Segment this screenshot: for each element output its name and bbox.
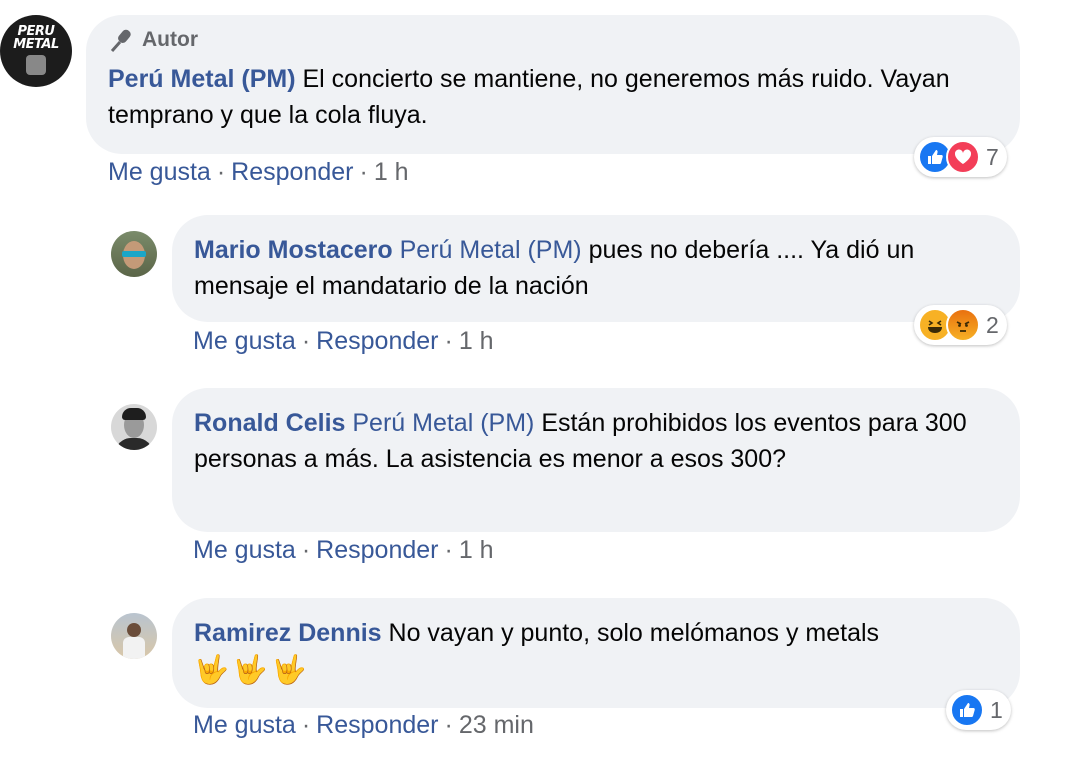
reply-button[interactable]: Responder — [231, 158, 353, 186]
avatar-ramirez-dennis[interactable] — [111, 613, 157, 659]
comment-time[interactable]: 1 h — [459, 327, 494, 355]
reaction-summary[interactable]: 1 — [946, 690, 1011, 730]
comment-actions: Me gusta · Responder · 1 h — [193, 327, 494, 355]
reply-button[interactable]: Responder — [316, 327, 438, 355]
like-button[interactable]: Me gusta — [193, 327, 296, 355]
comment-author[interactable]: Ronald Celis — [194, 409, 345, 437]
rock-hand-emojis: 🤟🤟🤟 — [194, 654, 311, 685]
sunglasses-shape — [122, 251, 146, 257]
person-shape — [127, 623, 141, 637]
person-shape — [123, 637, 145, 659]
angry-icon — [946, 308, 980, 342]
like-icon — [950, 693, 984, 727]
reaction-count: 1 — [990, 696, 1003, 723]
hair-shape — [122, 408, 146, 420]
comment-bubble: Ronald Celis Perú Metal (PM) Están prohi… — [172, 388, 1020, 532]
comment-text: No vayan y punto, solo melómanos y metal… — [388, 619, 880, 647]
reply-button[interactable]: Responder — [316, 536, 438, 564]
mention-tag[interactable]: Perú Metal (PM) — [352, 409, 534, 437]
comment-time[interactable]: 1 h — [374, 158, 409, 186]
avatar-ronald-celis[interactable] — [111, 404, 157, 450]
comment-time[interactable]: 23 min — [459, 711, 534, 739]
like-button[interactable]: Me gusta — [193, 536, 296, 564]
reaction-summary[interactable]: 7 — [914, 137, 1007, 177]
mention-tag[interactable]: Perú Metal (PM) — [400, 236, 582, 264]
comment-bubble: Ramirez Dennis No vayan y punto, solo me… — [172, 598, 1020, 708]
author-badge: Autor — [142, 28, 198, 51]
reaction-count: 2 — [986, 311, 999, 338]
rock-hand-icon — [26, 55, 46, 75]
comment-author[interactable]: Mario Mostacero — [194, 236, 393, 264]
comment-bubble: Autor Perú Metal (PM) El concierto se ma… — [86, 15, 1020, 154]
comment-actions: Me gusta · Responder · 23 min — [193, 711, 534, 739]
like-button[interactable]: Me gusta — [193, 711, 296, 739]
avatar-peru-metal[interactable]: PERU METAL — [0, 15, 72, 87]
comment-actions: Me gusta · Responder · 1 h — [193, 536, 494, 564]
comment-time[interactable]: 1 h — [459, 536, 494, 564]
comment-author[interactable]: Perú Metal (PM) — [108, 65, 296, 93]
shirt-shape — [115, 438, 153, 450]
reaction-count: 7 — [986, 143, 999, 170]
reaction-summary[interactable]: 2 — [914, 305, 1007, 345]
love-icon — [946, 140, 980, 174]
like-button[interactable]: Me gusta — [108, 158, 211, 186]
avatar-logo-text: METAL — [13, 37, 59, 52]
comment-actions: Me gusta · Responder · 1 h — [108, 158, 409, 186]
avatar-mario-mostacero[interactable] — [111, 231, 157, 277]
reply-button[interactable]: Responder — [316, 711, 438, 739]
microphone-icon — [110, 29, 131, 52]
comment-author[interactable]: Ramirez Dennis — [194, 619, 382, 647]
comment-bubble: Mario Mostacero Perú Metal (PM) pues no … — [172, 215, 1020, 322]
